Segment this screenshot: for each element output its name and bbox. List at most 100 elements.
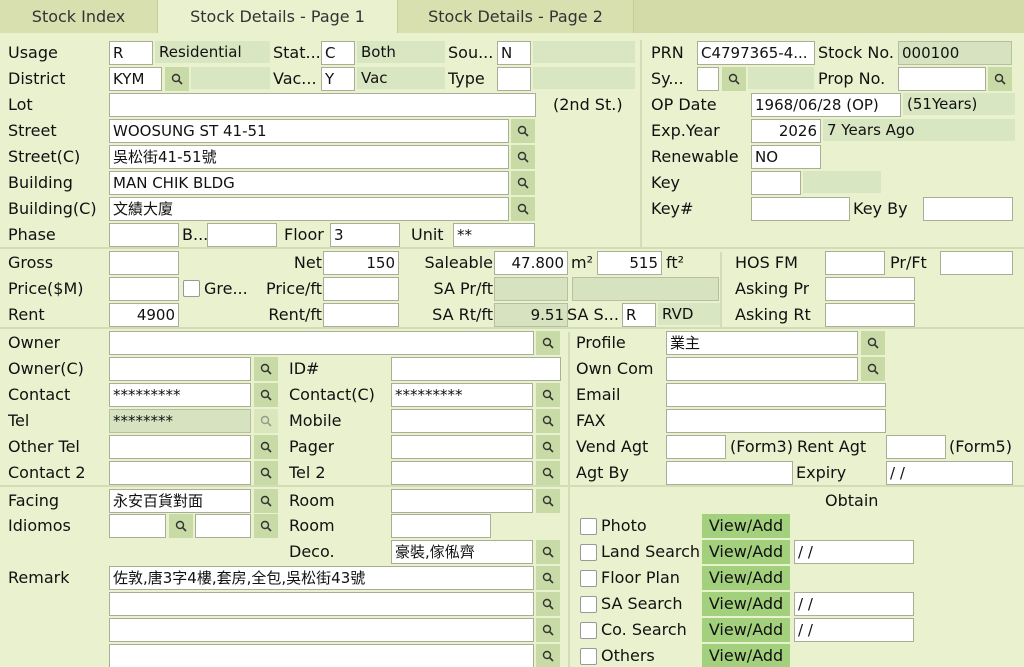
- tel-2-search-button[interactable]: [536, 461, 560, 485]
- idiomos-search-button-2[interactable]: [254, 514, 278, 538]
- idiomos-search-button-1[interactable]: [169, 514, 193, 538]
- gre-checkbox[interactable]: [183, 280, 200, 297]
- remark-input-1[interactable]: 佐敦,唐3字4樓,套房,全包,吳松街43號: [109, 566, 534, 590]
- profile-search-button[interactable]: [861, 331, 885, 355]
- other-tel-input[interactable]: [109, 435, 251, 459]
- profile-input[interactable]: 業主: [666, 331, 858, 355]
- key-no-input[interactable]: [751, 197, 850, 221]
- contact-search-button[interactable]: [254, 383, 278, 407]
- contact-c-search-button[interactable]: [536, 383, 560, 407]
- mobile-input[interactable]: [391, 409, 533, 433]
- contact-2-input[interactable]: [109, 461, 251, 485]
- remark-search-button-3[interactable]: [536, 618, 560, 642]
- pager-search-button[interactable]: [536, 435, 560, 459]
- floor-plan-checkbox[interactable]: [580, 570, 597, 587]
- source-input[interactable]: N: [497, 41, 531, 65]
- remark-input-4[interactable]: [109, 644, 534, 667]
- owner-input[interactable]: [109, 331, 534, 355]
- vend-agt-input[interactable]: [666, 435, 726, 459]
- floor-input[interactable]: 3: [330, 223, 400, 247]
- building-c-search-button[interactable]: [511, 197, 535, 221]
- others-view-add-button[interactable]: View/Add: [702, 644, 790, 667]
- tel-search-button[interactable]: [254, 409, 278, 433]
- sa-search-checkbox[interactable]: [580, 596, 597, 613]
- sy-search-button[interactable]: [722, 67, 746, 91]
- co-search-checkbox[interactable]: [580, 622, 597, 639]
- agt-by-input[interactable]: [666, 461, 793, 485]
- exp-year-input[interactable]: 2026: [751, 119, 821, 143]
- rent-agt-input[interactable]: [886, 435, 946, 459]
- street-search-button[interactable]: [511, 119, 535, 143]
- price-input[interactable]: [109, 277, 179, 301]
- deco-input[interactable]: 豪裝,傢俬齊: [391, 540, 533, 564]
- owner-search-button[interactable]: [536, 331, 560, 355]
- tab-stock-index[interactable]: Stock Index: [0, 0, 158, 33]
- prop-no-input[interactable]: [898, 67, 986, 91]
- building-c-input[interactable]: 文績大廈: [109, 197, 509, 221]
- contact-2-search-button[interactable]: [254, 461, 278, 485]
- district-input[interactable]: KYM: [109, 67, 162, 91]
- idiomos-input-1[interactable]: [109, 514, 166, 538]
- others-checkbox[interactable]: [580, 648, 597, 665]
- phase-input[interactable]: [109, 223, 179, 247]
- facing-search-button[interactable]: [254, 489, 278, 513]
- usage-input[interactable]: R: [109, 41, 153, 65]
- facing-input[interactable]: 永安百貨對面: [109, 489, 251, 513]
- vac-input[interactable]: Y: [321, 67, 355, 91]
- building-input[interactable]: MAN CHIK BLDG: [109, 171, 509, 195]
- contact-c-input[interactable]: *********: [391, 383, 533, 407]
- remark-search-button-4[interactable]: [536, 644, 560, 667]
- saleable-ft2-input[interactable]: 515: [597, 251, 662, 275]
- land-search-date-input[interactable]: / /: [794, 540, 914, 564]
- sa-pr-ft-input[interactable]: [494, 277, 568, 301]
- street-c-input[interactable]: 吳松街41-51號: [109, 145, 509, 169]
- prn-input[interactable]: C4797365-4...: [697, 41, 815, 65]
- op-date-input[interactable]: 1968/06/28 (OP): [751, 93, 901, 117]
- sa-s-input[interactable]: R: [622, 303, 656, 327]
- asking-rt-input[interactable]: [825, 303, 915, 327]
- saleable-m2-input[interactable]: 47.800: [494, 251, 568, 275]
- room-search-button[interactable]: [536, 489, 560, 513]
- price-ft-input[interactable]: [323, 277, 399, 301]
- room-2-input[interactable]: [391, 514, 491, 538]
- room-input[interactable]: [391, 489, 533, 513]
- remark-input-2[interactable]: [109, 592, 534, 616]
- tab-stock-details-page-2[interactable]: Stock Details - Page 2: [398, 0, 634, 33]
- tel-input[interactable]: ********: [109, 409, 251, 433]
- building-search-button[interactable]: [511, 171, 535, 195]
- street-c-search-button[interactable]: [511, 145, 535, 169]
- co-search-date-input[interactable]: / /: [794, 618, 914, 642]
- co-search-view-add-button[interactable]: View/Add: [702, 618, 790, 642]
- email-input[interactable]: [666, 383, 886, 407]
- expiry-input[interactable]: / /: [886, 461, 1013, 485]
- status-input[interactable]: C: [321, 41, 355, 65]
- photo-checkbox[interactable]: [580, 518, 597, 535]
- sa-search-view-add-button[interactable]: View/Add: [702, 592, 790, 616]
- sa-search-date-input[interactable]: / /: [794, 592, 914, 616]
- district-search-button[interactable]: [165, 67, 189, 91]
- remark-search-button-1[interactable]: [536, 566, 560, 590]
- prop-no-search-button[interactable]: [988, 67, 1012, 91]
- floor-plan-view-add-button[interactable]: View/Add: [702, 566, 790, 590]
- lot-input[interactable]: [109, 93, 536, 117]
- sa-pr-ft-extra[interactable]: [572, 277, 719, 301]
- photo-view-add-button[interactable]: View/Add: [702, 514, 790, 538]
- tel-2-input[interactable]: [391, 461, 533, 485]
- own-com-input[interactable]: [666, 357, 858, 381]
- rent-ft-input[interactable]: [323, 303, 399, 327]
- owner-c-input[interactable]: [109, 357, 251, 381]
- rent-input[interactable]: 4900: [109, 303, 179, 327]
- hos-fm-input[interactable]: [825, 251, 885, 275]
- type-input[interactable]: [497, 67, 531, 91]
- own-com-search-button[interactable]: [861, 357, 885, 381]
- land-search-checkbox[interactable]: [580, 544, 597, 561]
- net-input[interactable]: 150: [323, 251, 399, 275]
- owner-c-search-button[interactable]: [254, 357, 278, 381]
- land-search-view-add-button[interactable]: View/Add: [702, 540, 790, 564]
- street-input[interactable]: WOOSUNG ST 41-51: [109, 119, 509, 143]
- asking-pr-input[interactable]: [825, 277, 915, 301]
- gross-input[interactable]: [109, 251, 179, 275]
- key-input[interactable]: [751, 171, 801, 195]
- pr-ft-input[interactable]: [940, 251, 1013, 275]
- deco-search-button[interactable]: [536, 540, 560, 564]
